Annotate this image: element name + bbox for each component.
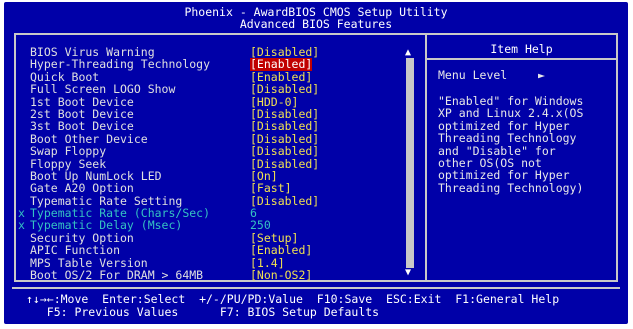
scroll-up-icon[interactable]: ▲ [405, 48, 411, 58]
bios-screen: Phoenix - AwardBIOS CMOS Setup Utility A… [4, 2, 628, 324]
setting-label: Typematic Delay (Msec) [30, 218, 183, 233]
setting-label: Swap Floppy [30, 144, 107, 159]
setting-value[interactable]: [Non-OS2] [250, 269, 312, 282]
setting-row: x Typematic Delay (Msec) 250 [18, 218, 410, 233]
scrollbar[interactable]: ▲ ▼ [404, 48, 416, 278]
footer-divider [12, 287, 620, 289]
setting-row[interactable]: 3st Boot Device [Disabled] [30, 119, 410, 134]
setting-label: APIC Function [30, 243, 121, 258]
menu-level-label: Menu Level [438, 68, 508, 82]
setting-label: Hyper-Threading Technology [30, 57, 211, 72]
help-line: Threading Technology) [438, 180, 584, 195]
setting-row[interactable]: Hyper-Threading Technology [Enabled] [30, 57, 410, 72]
page-title: Advanced BIOS Features [239, 17, 393, 31]
unavailable-mark: x [18, 218, 25, 233]
setting-row[interactable]: Swap Floppy [Disabled] [30, 144, 410, 159]
setting-label: Full Screen LOGO Show [30, 82, 176, 97]
setting-label: 3st Boot Device [30, 119, 134, 134]
help-text: "Enabled" for Windows XP and Linux 2.4.x… [438, 95, 616, 195]
setting-row[interactable]: Boot OS/2 For DRAM > 64MB [Non-OS2] [30, 268, 410, 283]
setting-value[interactable]: [Enabled] [250, 244, 312, 257]
scrollbar-track[interactable] [406, 58, 414, 268]
scroll-down-icon[interactable]: ▼ [405, 268, 411, 278]
help-line: Threading Technology [438, 131, 577, 146]
item-help-title: Item Help [490, 42, 553, 56]
setting-value[interactable]: [Disabled] [250, 194, 319, 207]
help-title-divider [427, 58, 616, 60]
setting-label: Boot OS/2 For DRAM > 64MB [30, 268, 204, 283]
setting-value: 250 [250, 218, 271, 233]
setting-row[interactable]: Full Screen LOGO Show [Disabled] [30, 82, 410, 97]
setting-value[interactable]: [Disabled] [250, 120, 319, 133]
menu-level: Menu Level ► [438, 69, 616, 83]
title-block: Phoenix - AwardBIOS CMOS Setup Utility A… [4, 6, 628, 30]
setting-row[interactable]: Gate A20 Option [Fast] [30, 181, 410, 196]
help-line: XP and Linux 2.4.x(OS [438, 106, 584, 121]
key-legend: ↑↓→←:Move Enter:Select +/-/PU/PD:Value F… [26, 293, 626, 318]
setting-label: Gate A20 Option [30, 181, 134, 196]
setting-row[interactable]: APIC Function [Enabled] [30, 243, 410, 258]
settings-list: BIOS Virus Warning [Disabled] Hyper-Thread… [18, 46, 410, 283]
setting-value[interactable]: [Fast] [250, 182, 292, 195]
key-legend-line-1: ↑↓→←:Move Enter:Select +/-/PU/PD:Value F… [26, 292, 560, 306]
arrow-right-icon: ► [538, 68, 545, 82]
setting-value[interactable]: [Disabled] [250, 83, 319, 96]
help-line: optimized for Hyper [438, 168, 570, 183]
setting-value[interactable]: [Disabled] [250, 145, 319, 158]
key-legend-line-2: F5: Previous Values F7: BIOS Setup Defau… [26, 304, 380, 319]
setting-value[interactable]: [Enabled] [250, 58, 313, 71]
item-help-panel: Menu Level ► "Enabled" for Windows XP an… [438, 69, 616, 195]
frame-divider [425, 35, 427, 280]
